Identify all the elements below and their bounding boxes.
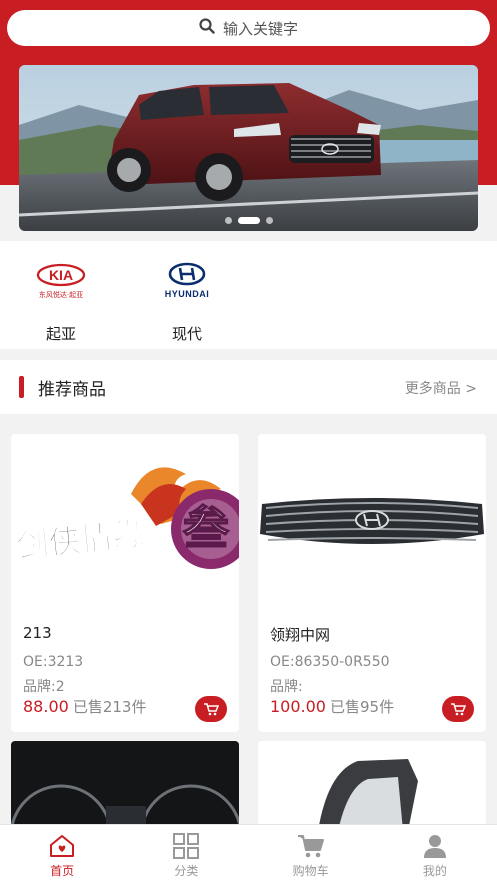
product-image bbox=[258, 434, 486, 614]
recommend-header: 推荐商品 更多商品 > bbox=[0, 360, 497, 414]
tab-label-mine: 我的 bbox=[422, 864, 447, 878]
product-oe: OE:86350-0R550 bbox=[270, 654, 390, 670]
banner-pagination bbox=[19, 217, 478, 224]
recommend-title: 推荐商品 bbox=[38, 380, 106, 400]
cart-add-icon bbox=[204, 703, 219, 716]
tab-mine[interactable]: 我的 bbox=[373, 825, 497, 883]
banner-car-image bbox=[19, 65, 478, 231]
user-icon bbox=[421, 832, 449, 860]
svg-text:东风悦达·起亚: 东风悦达·起亚 bbox=[39, 290, 83, 299]
cart-add-icon bbox=[451, 703, 466, 716]
svg-text:HYUNDAI: HYUNDAI bbox=[165, 289, 210, 299]
product-card[interactable] bbox=[11, 741, 239, 831]
cart-icon bbox=[297, 832, 325, 860]
banner-dot-active[interactable] bbox=[237, 217, 260, 224]
product-name: 213 bbox=[23, 624, 52, 642]
product-sold: 已售95件 bbox=[329, 698, 395, 716]
product-card[interactable]: 领翔中网 OE:86350-0R550 品牌: 100.00 已售95件 bbox=[258, 434, 486, 732]
home-icon bbox=[48, 832, 76, 860]
product-brand: 品牌:2 bbox=[23, 679, 65, 695]
product-sold: 已售213件 bbox=[72, 698, 147, 716]
promo-banner[interactable] bbox=[19, 65, 478, 231]
product-card[interactable]: 叁 剑侠情缘 213 OE:3213 品牌:2 88.00 已售213件 bbox=[11, 434, 239, 732]
more-products-link[interactable]: 更多商品 > bbox=[405, 378, 477, 398]
hyundai-logo: HYUNDAI bbox=[142, 255, 232, 307]
tab-label-category: 分类 bbox=[174, 864, 199, 878]
grid-icon bbox=[172, 832, 200, 860]
svg-text:KIA: KIA bbox=[49, 267, 73, 283]
brand-list: KIA 东风悦达·起亚 起亚 HYUNDAI 现代 bbox=[0, 241, 497, 349]
brand-label-hyundai: 现代 bbox=[171, 325, 202, 343]
kia-logo: KIA 东风悦达·起亚 bbox=[16, 255, 106, 307]
tab-label-home: 首页 bbox=[50, 864, 75, 878]
tab-home[interactable]: 首页 bbox=[0, 825, 124, 883]
banner-dot[interactable] bbox=[265, 217, 273, 224]
search-icon bbox=[199, 18, 215, 38]
search-bar[interactable]: 输入关键字 bbox=[7, 10, 490, 46]
product-price: 88.00 bbox=[23, 697, 69, 716]
search-placeholder: 输入关键字 bbox=[222, 19, 298, 38]
brand-label-kia: 起亚 bbox=[45, 325, 76, 343]
brand-item-kia[interactable]: KIA 东风悦达·起亚 起亚 bbox=[16, 255, 106, 344]
product-price-row: 100.00 已售95件 bbox=[270, 696, 394, 717]
tab-category[interactable]: 分类 bbox=[124, 825, 248, 883]
bottom-tab-bar: 首页 分类 购物车 我的 bbox=[0, 824, 497, 883]
tab-label-cart: 购物车 bbox=[292, 864, 329, 878]
product-brand: 品牌: bbox=[270, 679, 303, 695]
svg-text:叁: 叁 bbox=[183, 501, 230, 555]
add-to-cart-button[interactable] bbox=[195, 696, 227, 722]
product-name: 领翔中网 bbox=[270, 626, 331, 644]
tab-cart[interactable]: 购物车 bbox=[249, 825, 373, 883]
product-price-row: 88.00 已售213件 bbox=[23, 696, 146, 717]
product-oe: OE:3213 bbox=[23, 654, 84, 670]
section-accent-bar bbox=[19, 376, 24, 398]
banner-dot[interactable] bbox=[224, 217, 232, 224]
product-image: 叁 剑侠情缘 bbox=[11, 434, 239, 614]
add-to-cart-button[interactable] bbox=[442, 696, 474, 722]
product-card[interactable] bbox=[258, 741, 486, 831]
product-price: 100.00 bbox=[270, 697, 326, 716]
brand-item-hyundai[interactable]: HYUNDAI 现代 bbox=[142, 255, 232, 344]
product-image-dashboard bbox=[11, 741, 239, 831]
product-image-headlight bbox=[258, 741, 486, 831]
